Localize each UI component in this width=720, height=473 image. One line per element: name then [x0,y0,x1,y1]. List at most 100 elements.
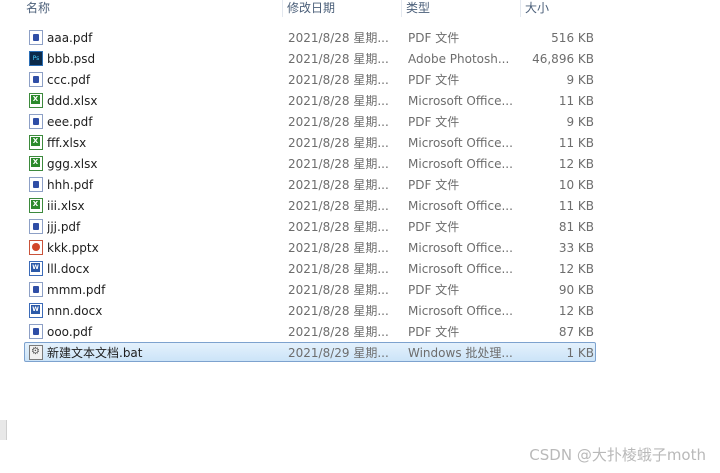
pdf-file-icon [29,114,43,129]
file-row[interactable]: Ps bbb.psd 2021/8/28 星期... Adobe Photosh...… [24,48,596,68]
file-type: PDF 文件 [408,325,460,339]
powerpoint-file-icon [29,240,43,255]
file-row[interactable]: ggg.xlsx 2021/8/28 星期... Microsoft Office.… [24,153,596,173]
file-type: PDF 文件 [408,115,460,129]
excel-file-icon [29,93,43,108]
file-name: jjj.pdf [47,220,81,234]
file-row[interactable]: fff.xlsx 2021/8/28 星期... Microsoft Office.… [24,132,596,152]
file-name: bbb.psd [47,52,96,66]
file-row[interactable]: ooo.pdf 2021/8/28 星期... PDF 文件 87 KB [24,321,596,341]
file-type: PDF 文件 [408,283,460,297]
file-name: iii.xlsx [47,199,85,213]
file-date-modified: 2021/8/28 星期... [288,31,389,45]
file-date-modified: 2021/8/28 星期... [288,157,389,171]
file-date-modified: 2021/8/28 星期... [288,52,389,66]
file-date-modified: 2021/8/28 星期... [288,220,389,234]
file-date-modified: 2021/8/28 星期... [288,304,389,318]
file-name: ggg.xlsx [47,157,98,171]
file-date-modified: 2021/8/28 星期... [288,115,389,129]
file-type: Microsoft Office... [408,304,513,318]
scrollbar-thumb[interactable] [0,420,7,440]
file-type: Microsoft Office... [408,241,513,255]
file-row[interactable]: kkk.pptx 2021/8/28 星期... Microsoft Office.… [24,237,596,257]
file-row[interactable]: nnn.docx 2021/8/28 星期... Microsoft Office.… [24,300,596,320]
excel-file-icon [29,156,43,171]
file-row[interactable]: aaa.pdf 2021/8/28 星期... PDF 文件 516 KB [24,27,596,47]
file-row[interactable]: lll.docx 2021/8/28 星期... Microsoft Office.… [24,258,596,278]
column-header-date-modified[interactable]: 修改日期 [282,0,400,17]
file-size: 516 KB [551,31,594,45]
file-date-modified: 2021/8/28 星期... [288,262,389,276]
pdf-file-icon [29,177,43,192]
column-header-bar: 名称 修改日期 类型 大小 [0,0,600,17]
file-date-modified: 2021/8/28 星期... [288,178,389,192]
file-size: 46,896 KB [532,52,594,66]
file-name: nnn.docx [47,304,103,318]
file-row[interactable]: iii.xlsx 2021/8/28 星期... Microsoft Office.… [24,195,596,215]
file-name: ooo.pdf [47,325,93,339]
file-type: PDF 文件 [408,73,460,87]
file-size: 12 KB [558,262,594,276]
file-row[interactable]: ccc.pdf 2021/8/28 星期... PDF 文件 9 KB [24,69,596,89]
file-row[interactable]: ddd.xlsx 2021/8/28 星期... Microsoft Office.… [24,90,596,110]
file-name: aaa.pdf [47,31,93,45]
file-name: fff.xlsx [47,136,87,150]
file-size: 11 KB [558,136,594,150]
batch-file-icon [29,345,43,360]
file-size: 11 KB [558,199,594,213]
file-size: 81 KB [558,220,594,234]
file-size: 10 KB [558,178,594,192]
file-row[interactable]: 新建文本文档.bat 2021/8/29 星期... Windows 批处理... 1… [24,342,596,362]
word-file-icon [29,303,43,318]
file-type: Microsoft Office... [408,157,513,171]
file-size: 9 KB [566,115,594,129]
file-size: 87 KB [558,325,594,339]
file-name: kkk.pptx [47,241,99,255]
column-header-size[interactable]: 大小 [520,0,600,17]
file-date-modified: 2021/8/28 星期... [288,94,389,108]
file-size: 12 KB [558,157,594,171]
file-type: PDF 文件 [408,178,460,192]
file-type: PDF 文件 [408,220,460,234]
file-date-modified: 2021/8/28 星期... [288,241,389,255]
file-name: mmm.pdf [47,283,106,297]
pdf-file-icon [29,219,43,234]
file-date-modified: 2021/8/28 星期... [288,73,389,87]
file-row[interactable]: jjj.pdf 2021/8/28 星期... PDF 文件 81 KB [24,216,596,236]
file-row[interactable]: mmm.pdf 2021/8/28 星期... PDF 文件 90 KB [24,279,596,299]
file-row[interactable]: eee.pdf 2021/8/28 星期... PDF 文件 9 KB [24,111,596,131]
file-size: 90 KB [558,283,594,297]
file-date-modified: 2021/8/28 星期... [288,283,389,297]
file-name: eee.pdf [47,115,93,129]
file-type: Microsoft Office... [408,199,513,213]
file-date-modified: 2021/8/28 星期... [288,136,389,150]
file-size: 1 KB [566,346,594,360]
psd-file-icon: Ps [29,51,43,66]
file-type: Windows 批处理... [408,346,513,360]
file-date-modified: 2021/8/28 星期... [288,325,389,339]
file-size: 9 KB [566,73,594,87]
file-date-modified: 2021/8/28 星期... [288,199,389,213]
column-header-name[interactable]: 名称 [22,0,280,17]
file-row[interactable]: hhh.pdf 2021/8/28 星期... PDF 文件 10 KB [24,174,596,194]
file-type: Microsoft Office... [408,94,513,108]
pdf-file-icon [29,324,43,339]
file-size: 33 KB [558,241,594,255]
file-date-modified: 2021/8/29 星期... [288,346,389,360]
word-file-icon [29,261,43,276]
file-type: Adobe Photosh... [408,52,510,66]
file-name: lll.docx [47,262,90,276]
file-size: 12 KB [558,304,594,318]
file-name: ddd.xlsx [47,94,98,108]
pdf-file-icon [29,282,43,297]
column-header-type[interactable]: 类型 [401,0,519,17]
file-name: ccc.pdf [47,73,91,87]
file-type: Microsoft Office... [408,136,513,150]
pdf-file-icon [29,30,43,45]
pdf-file-icon [29,72,43,87]
file-size: 11 KB [558,94,594,108]
excel-file-icon [29,198,43,213]
watermark: CSDN @大扑棱蛾子moth [529,446,706,464]
excel-file-icon [29,135,43,150]
file-type: Microsoft Office... [408,262,513,276]
